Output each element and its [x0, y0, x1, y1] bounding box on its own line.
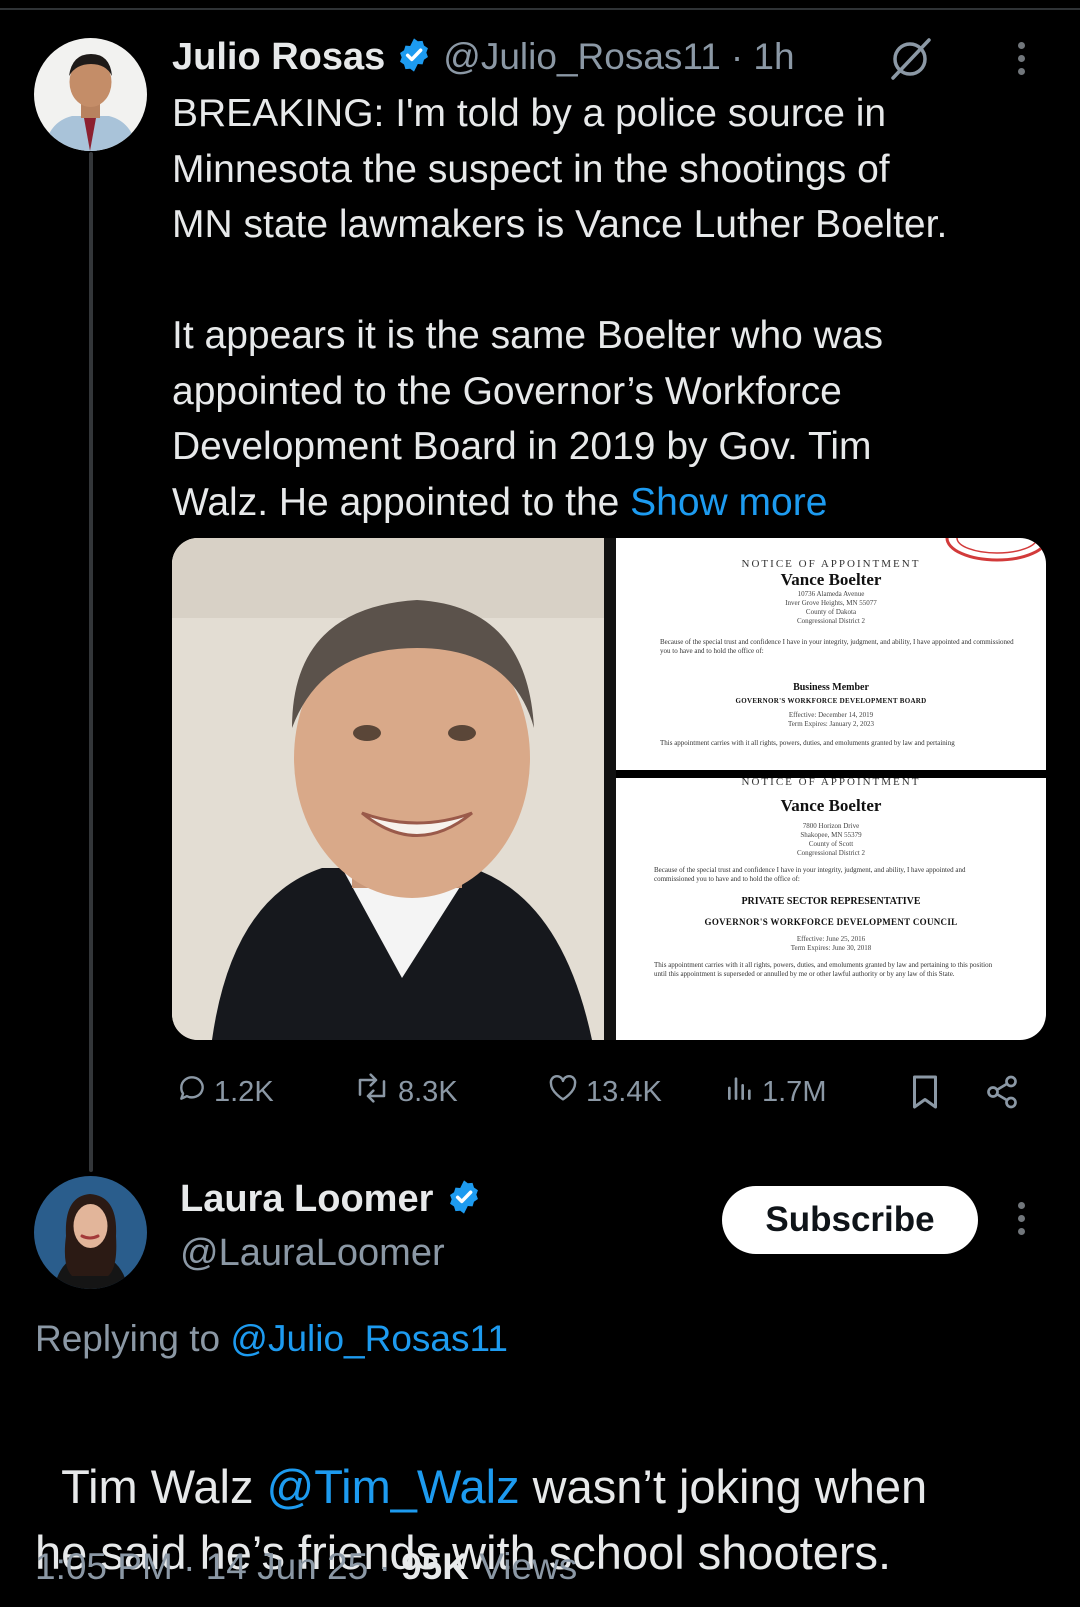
replying-to-handle[interactable]: @Julio_Rosas11 [230, 1318, 508, 1359]
doc2-addr4: Congressional District 2 [796, 849, 866, 857]
doc1-addr2: Inver Grove Heights, MN 55077 [785, 599, 877, 607]
doc1-addr4: Congressional District 2 [796, 617, 866, 625]
doc2-paragraph: Because of the special trust and confide… [654, 866, 966, 883]
views-action[interactable]: 1.7M [724, 1070, 826, 1114]
doc2-role: PRIVATE SECTOR REPRESENTATIVE [741, 896, 921, 907]
reply-meta: 1:05 PM · 14 Jun 25 · 95K Views [35, 1546, 577, 1588]
doc2-footer: This appointment carries with it all rig… [654, 961, 993, 978]
bookmark-icon[interactable] [910, 1074, 940, 1115]
doc1-board: GOVERNOR'S WORKFORCE DEVELOPMENT BOARD [735, 697, 927, 705]
views-count: 1.7M [762, 1075, 827, 1108]
reply-views-count: 95K [401, 1546, 469, 1587]
replying-to-label: Replying to [35, 1318, 231, 1359]
doc1-expires: Term Expires: January 2, 2023 [787, 720, 875, 728]
appointment-notice-2019[interactable]: NOTICE OF APPOINTMENT Vance Boelter 1073… [616, 538, 1046, 770]
show-more-link[interactable]: Show more [630, 481, 827, 524]
more-icon[interactable] [1018, 42, 1025, 75]
doc2-heading: NOTICE OF APPOINTMENT [741, 778, 921, 788]
subscribe-button[interactable]: Subscribe [722, 1186, 978, 1254]
repost-icon [352, 1072, 392, 1112]
doc2-board: GOVERNOR'S WORKFORCE DEVELOPMENT COUNCIL [704, 917, 958, 927]
share-icon[interactable] [984, 1074, 1020, 1115]
doc2-addr3: County of Scott [808, 840, 854, 848]
doc1-role: Business Member [793, 682, 869, 693]
doc2-expires: Term Expires: June 30, 2018 [790, 944, 872, 952]
like-icon [546, 1072, 580, 1112]
like-action[interactable]: 13.4K [546, 1070, 662, 1114]
official-seal [942, 538, 1046, 564]
views-icon [724, 1072, 756, 1112]
reply-text-start: Tim Walz [61, 1460, 267, 1513]
doc1-paragraph: Because of the special trust and confide… [660, 638, 1014, 655]
verified-badge-icon [445, 1178, 483, 1221]
doc1-name: Vance Boelter [780, 570, 882, 589]
reply-author-name[interactable]: Laura Loomer [180, 1178, 433, 1221]
tweet-body-text: BREAKING: I'm told by a police source in… [172, 92, 948, 524]
reply-timestamp[interactable]: 1:05 PM · 14 Jun 25 · [35, 1546, 401, 1587]
doc1-footer: This appointment carries with it all rig… [660, 739, 955, 747]
appointment-notice-2016[interactable]: NOTICE OF APPOINTMENT Vance Boelter 7800… [616, 778, 1046, 1040]
reply-icon [176, 1072, 208, 1112]
avatar-julio-rosas[interactable] [34, 38, 147, 151]
avatar-laura-loomer[interactable] [34, 1176, 147, 1289]
reply-author: Laura Loomer [180, 1178, 483, 1221]
reply-views-label: Views [468, 1546, 578, 1587]
doc1-addr1: 10736 Alameda Avenue [797, 590, 865, 598]
reply-count: 1.2K [214, 1075, 274, 1108]
doc2-addr1: 7800 Horizon Drive [802, 822, 860, 830]
thread-line [89, 152, 93, 1172]
author-name[interactable]: Julio Rosas [172, 36, 385, 79]
tweet-time[interactable]: · 1h [731, 36, 795, 78]
tweet-media[interactable]: NOTICE OF APPOINTMENT Vance Boelter 1073… [172, 538, 1046, 1040]
replying-to: Replying to @Julio_Rosas11 [35, 1318, 508, 1360]
doc2-name: Vance Boelter [780, 796, 882, 815]
photo-suspect[interactable] [172, 538, 604, 1040]
like-count: 13.4K [586, 1075, 662, 1108]
doc1-addr3: County of Dakota [805, 608, 857, 616]
tweet-body: BREAKING: I'm told by a police source in… [172, 86, 1032, 530]
doc1-effective: Effective: December 14, 2019 [788, 711, 874, 719]
author-handle[interactable]: @Julio_Rosas11 [443, 36, 721, 78]
media-divider [616, 770, 1046, 778]
repost-action[interactable]: 8.3K [352, 1070, 458, 1114]
reply-author-handle[interactable]: @LauraLoomer [180, 1232, 445, 1275]
tweet-header: Julio Rosas @Julio_Rosas11 · 1h [172, 32, 795, 82]
reply-action[interactable]: 1.2K [176, 1070, 274, 1114]
verified-badge-icon [395, 36, 433, 79]
doc2-effective: Effective: June 25, 2016 [796, 935, 866, 943]
doc2-addr2: Shakopee, MN 55379 [800, 831, 862, 839]
grok-slash-icon[interactable] [885, 34, 935, 82]
top-divider [0, 8, 1080, 10]
mention-tim-walz[interactable]: @Tim_Walz [267, 1460, 520, 1513]
repost-count: 8.3K [398, 1075, 458, 1108]
more-icon[interactable] [1018, 1202, 1025, 1235]
